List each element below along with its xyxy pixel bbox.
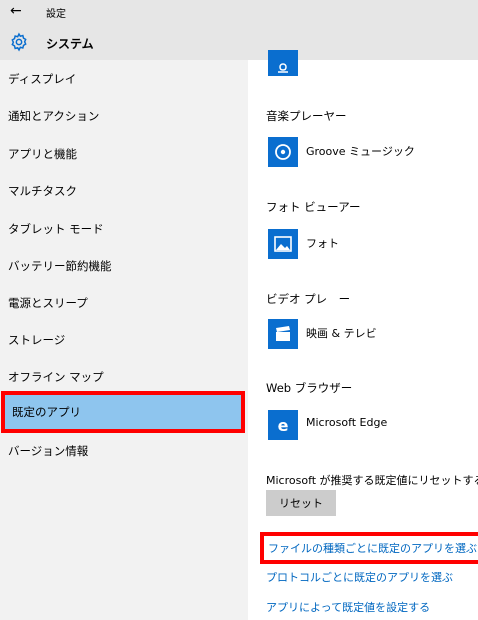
svg-text:e: e	[278, 416, 289, 435]
web-browser-heading: Web ブラウザー	[266, 381, 353, 395]
page-header: システム	[0, 24, 478, 60]
sidebar-item-storage[interactable]: ストレージ	[0, 322, 244, 358]
movies-tv-icon	[268, 319, 298, 349]
reset-button[interactable]: リセット	[266, 490, 336, 516]
choose-by-protocol-link[interactable]: プロトコルごとに既定のアプリを選ぶ	[266, 569, 453, 585]
title-bar: ← 設定	[0, 0, 478, 24]
photo-viewer-heading: フォト ビューアー	[266, 200, 361, 214]
video-player-heading: ビデオ プレ ー	[266, 292, 351, 306]
back-arrow-icon[interactable]: ←	[10, 3, 22, 19]
music-player-app-name: Groove ミュージック	[306, 145, 415, 158]
web-browser-app-name: Microsoft Edge	[306, 416, 388, 429]
sidebar-item-battery-saver[interactable]: バッテリー節約機能	[0, 248, 244, 284]
sidebar-item-offline-maps[interactable]: オフライン マップ	[0, 359, 244, 395]
sidebar-item-about[interactable]: バージョン情報	[0, 433, 244, 469]
music-player-heading: 音楽プレーヤー	[266, 109, 347, 123]
sidebar-item-multitasking[interactable]: マルチタスク	[0, 173, 244, 209]
video-player-app-name: 映画 & テレビ	[306, 327, 377, 340]
page-title: システム	[46, 37, 94, 51]
sidebar: ディスプレイ 通知とアクション アプリと機能 マルチタスク タブレット モード …	[0, 60, 248, 620]
groove-music-icon	[268, 137, 298, 167]
photos-icon	[268, 229, 298, 259]
main-content: 音楽プレーヤー Groove ミュージック フォト ビューアー フォト ビデオ …	[248, 50, 478, 620]
edge-icon: e	[268, 410, 298, 440]
gear-icon	[11, 32, 27, 52]
sidebar-item-default-apps[interactable]: 既定のアプリ	[1, 391, 245, 433]
window-title: 設定	[46, 9, 66, 20]
sidebar-item-tablet-mode[interactable]: タブレット モード	[0, 211, 244, 247]
sidebar-item-power-sleep[interactable]: 電源とスリープ	[0, 285, 244, 321]
sidebar-item-notifications[interactable]: 通知とアクション	[0, 98, 244, 134]
set-defaults-by-app-link[interactable]: アプリによって既定値を設定する	[266, 599, 430, 615]
reset-description: Microsoft が推奨する既定値にリセットする	[266, 474, 478, 487]
choose-by-file-type-link[interactable]: ファイルの種類ごとに既定のアプリを選ぶ	[260, 532, 478, 564]
partial-app-icon[interactable]	[268, 50, 298, 76]
photo-viewer-app-name: フォト	[306, 237, 339, 250]
sidebar-item-display[interactable]: ディスプレイ	[0, 61, 244, 97]
sidebar-item-apps-features[interactable]: アプリと機能	[0, 136, 244, 172]
